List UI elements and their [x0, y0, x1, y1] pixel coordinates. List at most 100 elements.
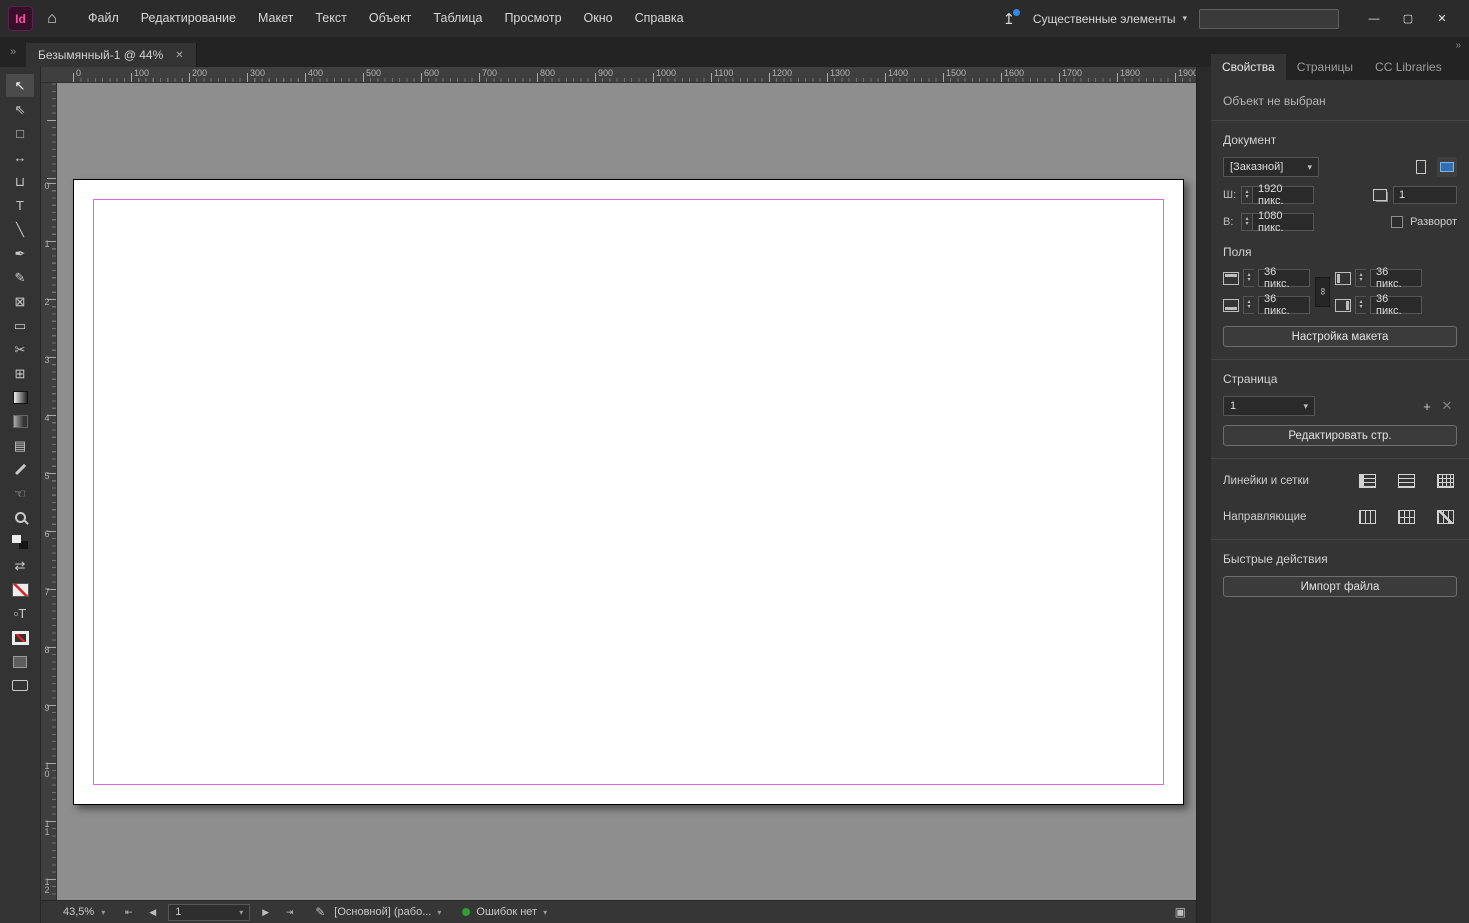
content-collector-tool[interactable]: ⊔ — [6, 170, 34, 193]
margin-right-field[interactable]: 36 пикс. — [1370, 293, 1422, 317]
menu-item[interactable]: Справка — [624, 0, 695, 37]
link-margins-button[interactable]: ∞ — [1315, 276, 1330, 307]
margin-top-stepper[interactable]: ▴ ▾ — [1243, 269, 1254, 287]
type-tool[interactable]: T — [6, 194, 34, 217]
spin-down-icon: ▾ — [1359, 277, 1363, 283]
vertical-ruler[interactable]: 0 1 2 3 4 5 6 7 8 9 10 11 12 — [41, 83, 57, 900]
zoom-tool[interactable] — [6, 506, 34, 529]
preflight-status[interactable]: Ошибок нет ▾ — [462, 906, 547, 918]
pencil-tool[interactable]: ✎ — [6, 266, 34, 289]
ruler-label: 12 — [42, 877, 52, 893]
margin-bottom-field[interactable]: 36 пикс. — [1258, 293, 1310, 317]
menu-item[interactable]: Объект — [358, 0, 423, 37]
facing-pages-checkbox[interactable] — [1391, 216, 1404, 228]
hand-tool[interactable]: ☜ — [6, 482, 34, 505]
landscape-orientation-button[interactable] — [1437, 157, 1457, 177]
line-tool[interactable]: ╲ — [6, 218, 34, 241]
page-select[interactable]: 1 ▾ — [1223, 396, 1315, 416]
portrait-orientation-button[interactable] — [1411, 157, 1431, 177]
height-stepper[interactable]: ▴ ▾ — [1241, 213, 1252, 231]
gradient-swatch-tool[interactable] — [6, 386, 34, 409]
apply-color-button[interactable] — [6, 650, 34, 673]
indesign-logo[interactable]: Id — [8, 6, 33, 31]
rectangle-tool[interactable]: ▭ — [6, 314, 34, 337]
spin-down-icon: ▾ — [1359, 304, 1363, 310]
share-icon[interactable]: ↥ — [997, 8, 1021, 28]
menu-item[interactable]: Таблица — [422, 0, 493, 37]
zoom-level-select[interactable]: 43,5% ▾ — [63, 906, 105, 918]
document-tab[interactable]: Безымянный-1 @ 44% ✕ — [26, 43, 197, 67]
spin-down-icon: ▾ — [1245, 221, 1249, 227]
width-field[interactable]: 1920 пикс. — [1252, 183, 1314, 207]
spread-view-icon[interactable]: ▣ — [1175, 905, 1186, 919]
width-stepper[interactable]: ▴ ▾ — [1241, 186, 1252, 204]
panel-tab[interactable]: Страницы — [1286, 54, 1364, 80]
close-button[interactable]: ✕ — [1425, 5, 1459, 33]
menu-item[interactable]: Окно — [573, 0, 624, 37]
workspace-switcher[interactable]: Существенные элементы ▾ — [1033, 12, 1187, 26]
edit-page-button[interactable]: Редактировать стр. — [1223, 425, 1457, 446]
height-field[interactable]: 1080 пикс. — [1252, 210, 1314, 234]
screen-mode-button[interactable] — [6, 674, 34, 697]
margin-top-field[interactable]: 36 пикс. — [1258, 266, 1310, 290]
last-page-button[interactable]: ⇥ — [281, 907, 298, 918]
menu-item[interactable]: Редактирование — [130, 0, 247, 37]
pages-count-field[interactable]: 1 — [1393, 186, 1457, 204]
rectangle-frame-tool[interactable]: ⊠ — [6, 290, 34, 313]
menu-item[interactable]: Просмотр — [493, 0, 572, 37]
panel-overflow-icon[interactable]: » — [1455, 40, 1461, 51]
stroke-swatch[interactable] — [6, 626, 34, 649]
page-tool[interactable]: □ — [6, 122, 34, 145]
fill-swatch[interactable] — [6, 578, 34, 601]
swap-fill-stroke-icon[interactable]: ⇄ — [6, 554, 34, 577]
note-tool[interactable]: ▤ — [6, 434, 34, 457]
next-page-button[interactable]: ▶ — [257, 907, 274, 918]
gradient-feather-tool[interactable] — [6, 410, 34, 433]
prev-page-button[interactable]: ◀ — [144, 907, 161, 918]
eyedropper-tool[interactable] — [6, 458, 34, 481]
formatting-affects-toggle[interactable]: ▫T — [6, 602, 34, 625]
chevron-down-icon: ▾ — [1307, 161, 1312, 172]
adjust-layout-button[interactable]: Настройка макета — [1223, 326, 1457, 347]
search-input[interactable] — [1199, 8, 1339, 29]
margin-right-stepper[interactable]: ▴ ▾ — [1355, 296, 1366, 314]
direct-selection-tool[interactable]: ⇖ — [6, 98, 34, 121]
add-page-button[interactable]: + — [1417, 399, 1437, 414]
pasteboard[interactable]: 0 1 2 3 4 5 6 7 8 9 10 11 12 — [41, 83, 1196, 900]
delete-page-button[interactable]: ✕ — [1437, 398, 1457, 414]
frame-grid-icon-button[interactable] — [1355, 471, 1379, 491]
margin-left-stepper[interactable]: ▴ ▾ — [1355, 269, 1366, 287]
panel-tab[interactable]: CC Libraries — [1364, 54, 1453, 80]
margin-left-field[interactable]: 36 пикс. — [1370, 266, 1422, 290]
preflight-profile-select[interactable]: [Основной] (рабо... ▾ — [334, 906, 441, 918]
menu-item[interactable]: Файл — [77, 0, 130, 37]
menu-item[interactable]: Макет — [247, 0, 304, 37]
pen-tool[interactable]: ✒ — [6, 242, 34, 265]
menu-item[interactable]: Текст — [304, 0, 357, 37]
tab-close-icon[interactable]: ✕ — [175, 50, 183, 61]
gap-tool[interactable]: ↔ — [6, 146, 34, 169]
ruler-label: 800 — [540, 68, 556, 78]
statusbar-page-select[interactable]: 1 ▾ — [168, 903, 251, 921]
page-canvas[interactable] — [73, 179, 1184, 805]
scissors-tool[interactable]: ✂ — [6, 338, 34, 361]
first-page-button[interactable]: ⇤ — [120, 907, 137, 918]
tab-overflow-icon[interactable]: » — [0, 37, 26, 67]
preset-select[interactable]: [Заказной] ▾ — [1223, 157, 1319, 177]
selection-tool[interactable]: ↖ — [6, 74, 34, 97]
free-transform-tool[interactable]: ⊞ — [6, 362, 34, 385]
minimize-button[interactable]: — — [1357, 5, 1391, 33]
import-file-button[interactable]: Импорт файла — [1223, 576, 1457, 597]
panel-tab[interactable]: Свойства — [1211, 54, 1286, 80]
margin-guides-icon-button[interactable] — [1355, 507, 1379, 527]
margin-bottom-stepper[interactable]: ▴ ▾ — [1243, 296, 1254, 314]
horizontal-ruler[interactable]: 0 100 200 300 400 500 600 700 800 900 1000 1100 1200… — [41, 67, 1196, 83]
vertical-scrollbar[interactable] — [1196, 67, 1211, 923]
home-icon[interactable]: ⌂ — [37, 6, 67, 32]
smart-guides-icon-button[interactable] — [1433, 507, 1457, 527]
column-guides-icon-button[interactable] — [1394, 507, 1418, 527]
maximize-button[interactable]: ▢ — [1391, 5, 1425, 33]
baseline-grid-icon-button[interactable] — [1394, 471, 1418, 491]
default-fill-stroke-icon[interactable] — [6, 530, 34, 553]
document-grid-icon-button[interactable] — [1433, 471, 1457, 491]
